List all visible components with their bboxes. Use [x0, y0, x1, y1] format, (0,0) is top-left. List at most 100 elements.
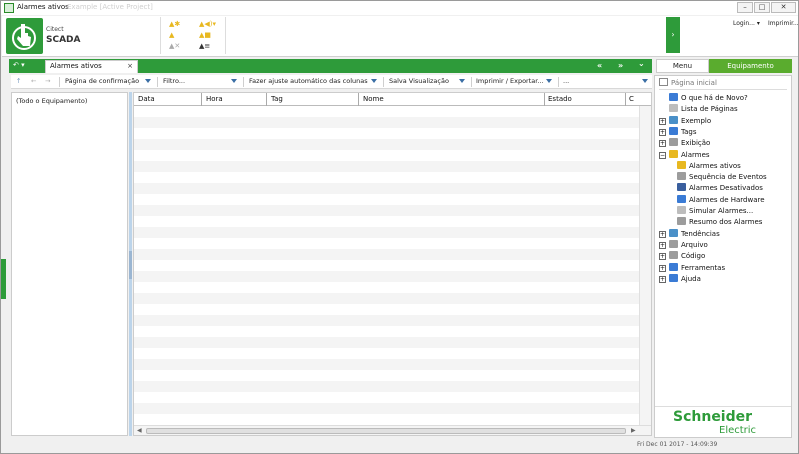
- table-row[interactable]: [134, 183, 640, 194]
- table-row[interactable]: [134, 260, 640, 271]
- nav-item[interactable]: Alarmes de Hardware: [677, 194, 765, 206]
- table-row[interactable]: [134, 337, 640, 348]
- prev-tab-icon[interactable]: «: [597, 61, 602, 70]
- forward-arrow-icon[interactable]: →: [45, 77, 50, 85]
- more-dropdown[interactable]: ...: [563, 77, 569, 85]
- nav-item[interactable]: + Ajuda: [659, 273, 701, 285]
- save-view-dropdown[interactable]: Salva Visualização: [389, 77, 449, 85]
- splitter-grip[interactable]: [129, 251, 132, 279]
- table-row[interactable]: [134, 359, 640, 370]
- column-header-date[interactable]: Data: [138, 95, 155, 103]
- tab-list-icon[interactable]: ⌄: [638, 59, 645, 68]
- table-body[interactable]: [134, 106, 640, 426]
- chevron-down-icon[interactable]: [459, 79, 465, 83]
- table-row[interactable]: [134, 271, 640, 282]
- nav-item[interactable]: + Exemplo: [659, 115, 711, 127]
- table-row[interactable]: [134, 139, 640, 150]
- table-row[interactable]: [134, 282, 640, 293]
- tab-close-icon[interactable]: ×: [127, 62, 133, 70]
- expander-icon[interactable]: +: [659, 253, 666, 261]
- nav-item[interactable]: O que há de Novo?: [669, 93, 748, 104]
- table-row[interactable]: [134, 315, 640, 326]
- confirm-page-dropdown[interactable]: Página de confirmação: [65, 77, 139, 85]
- expander-icon[interactable]: −: [659, 151, 666, 159]
- nav-item[interactable]: Alarmes ativos: [677, 160, 741, 172]
- back-arrow-icon[interactable]: ←: [31, 77, 36, 85]
- scrollbar-thumb[interactable]: [146, 428, 626, 434]
- table-row[interactable]: [134, 172, 640, 183]
- nav-item[interactable]: − Alarmes: [659, 149, 710, 161]
- alarm-silence-icon[interactable]: ▲■: [199, 31, 211, 39]
- chevron-down-icon[interactable]: [371, 79, 377, 83]
- table-row[interactable]: [134, 205, 640, 216]
- minimize-icon[interactable]: –: [737, 2, 753, 13]
- maximize-icon[interactable]: □: [754, 2, 770, 13]
- tab-menu[interactable]: Menu: [656, 59, 709, 73]
- table-row[interactable]: [134, 304, 640, 315]
- nav-item[interactable]: Alarmes Desativados: [677, 183, 763, 194]
- print-export-dropdown[interactable]: Imprimir / Exportar...: [476, 77, 544, 85]
- table-row[interactable]: [134, 227, 640, 238]
- table-row[interactable]: [134, 326, 640, 337]
- table-row[interactable]: [134, 403, 640, 414]
- expander-icon[interactable]: +: [659, 140, 666, 148]
- table-row[interactable]: [134, 293, 640, 304]
- alarm-settings-icon[interactable]: ▲✱: [169, 20, 180, 28]
- chevron-down-icon[interactable]: [546, 79, 552, 83]
- column-divider[interactable]: [201, 93, 202, 106]
- table-row[interactable]: [134, 106, 640, 117]
- equipment-tree[interactable]: (Todo o Equipamento): [11, 92, 128, 436]
- table-row[interactable]: [134, 128, 640, 139]
- tab-equipment[interactable]: Equipamento: [709, 59, 792, 73]
- table-row[interactable]: [134, 392, 640, 403]
- table-row[interactable]: [134, 117, 640, 128]
- column-header-name[interactable]: Nome: [363, 95, 384, 103]
- nav-item[interactable]: Sequência de Eventos: [677, 172, 767, 183]
- table-row[interactable]: [134, 414, 640, 425]
- nav-home[interactable]: Página inicial: [659, 78, 787, 90]
- expander-icon[interactable]: +: [659, 241, 666, 249]
- up-arrow-icon[interactable]: 🡑: [17, 77, 20, 88]
- column-header-time[interactable]: Hora: [206, 95, 223, 103]
- table-row[interactable]: [134, 238, 640, 249]
- nav-item[interactable]: Resumo dos Alarmes: [677, 217, 762, 228]
- autofit-columns-dropdown[interactable]: Fazer ajuste automático das colunas: [249, 77, 368, 85]
- nav-item[interactable]: + Arquivo: [659, 239, 708, 251]
- nav-item[interactable]: + Tendências: [659, 228, 720, 240]
- column-divider[interactable]: [358, 93, 359, 106]
- next-tab-icon[interactable]: »: [618, 61, 623, 70]
- scroll-left-icon[interactable]: ◀: [137, 427, 142, 434]
- chevron-down-icon[interactable]: [145, 79, 151, 83]
- horizontal-scrollbar[interactable]: ◀ ▶: [134, 425, 651, 435]
- vertical-scrollbar[interactable]: [639, 106, 651, 426]
- title-bar[interactable]: Alarmes ativos Example [Active Project] …: [1, 1, 798, 15]
- column-divider[interactable]: [266, 93, 267, 106]
- scroll-right-icon[interactable]: ▶: [631, 427, 636, 434]
- expander-icon[interactable]: +: [659, 230, 666, 238]
- back-menu-icon[interactable]: ↶ ▾: [13, 61, 25, 69]
- tree-root-all-equipment[interactable]: (Todo o Equipamento): [16, 97, 87, 105]
- nav-item[interactable]: Simular Alarmes...: [677, 206, 753, 217]
- table-row[interactable]: [134, 370, 640, 381]
- alarm-warning-icon[interactable]: ▲: [169, 31, 174, 39]
- nav-item[interactable]: + Código: [659, 251, 705, 262]
- table-row[interactable]: [134, 249, 640, 260]
- expander-icon[interactable]: +: [659, 128, 666, 136]
- chevron-down-icon[interactable]: [642, 79, 648, 83]
- print-button[interactable]: Imprimir...: [768, 20, 799, 27]
- column-divider[interactable]: [625, 93, 626, 106]
- close-icon[interactable]: ✕: [771, 2, 796, 13]
- expander-icon[interactable]: +: [659, 264, 666, 272]
- nav-item[interactable]: + Tags: [659, 126, 697, 138]
- nav-item[interactable]: + Exibição: [659, 138, 710, 149]
- table-row[interactable]: [134, 161, 640, 172]
- chevron-down-icon[interactable]: [231, 79, 237, 83]
- table-row[interactable]: [134, 348, 640, 359]
- login-button[interactable]: Login... ▾: [733, 20, 760, 27]
- filter-dropdown[interactable]: Filtro...: [163, 77, 185, 85]
- nav-item[interactable]: Lista de Páginas: [669, 104, 738, 115]
- table-row[interactable]: [134, 194, 640, 205]
- table-row[interactable]: [134, 150, 640, 161]
- alarm-clear-icon[interactable]: ▲✕: [169, 42, 180, 50]
- column-header-c[interactable]: C: [629, 95, 634, 103]
